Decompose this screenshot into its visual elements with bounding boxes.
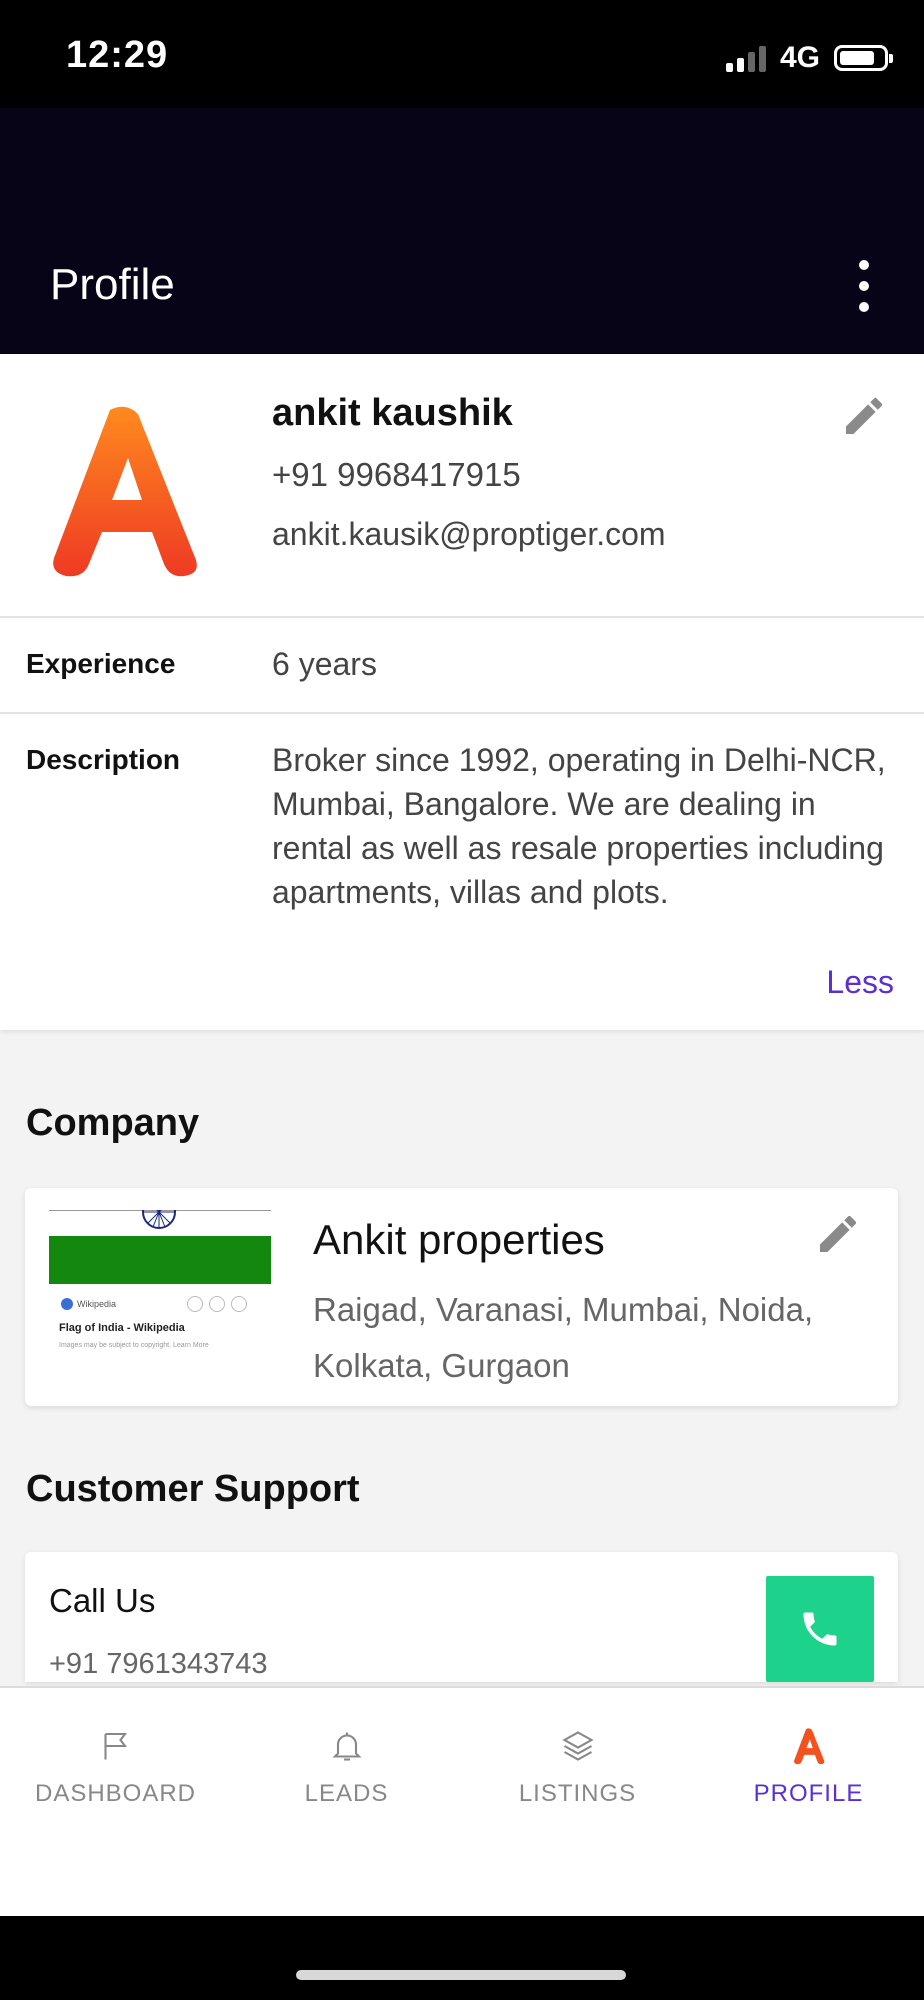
support-section-title: Customer Support [26, 1468, 360, 1510]
nav-listings[interactable]: LISTINGS [462, 1726, 693, 1808]
support-card: Call Us +91 7961343743 [25, 1552, 898, 1682]
company-card[interactable]: Wikipedia Flag of India - Wikipedia Imag… [25, 1188, 898, 1406]
page-title: Profile [50, 260, 175, 309]
company-thumbnail: Wikipedia Flag of India - Wikipedia Imag… [49, 1210, 271, 1370]
ashoka-chakra-icon [142, 1210, 176, 1229]
home-bar-area [0, 1916, 924, 2000]
experience-value: 6 years [272, 646, 377, 682]
bell-icon [327, 1726, 367, 1766]
description-text: Broker since 1992, operating in Delhi-NC… [272, 742, 886, 910]
nav-dashboard[interactable]: DASHBOARD [0, 1726, 231, 1808]
home-indicator[interactable] [296, 1970, 626, 1980]
nav-label: DASHBOARD [34, 1780, 197, 1807]
less-link[interactable]: Less [826, 964, 894, 1001]
share-icon [187, 1296, 203, 1312]
divider [0, 616, 924, 618]
thumb-caption: Flag of India - Wikipedia [59, 1322, 185, 1334]
company-section-title: Company [26, 1102, 200, 1144]
signal-icon [725, 44, 766, 72]
profile-name: ankit kaushik [272, 392, 513, 434]
nav-profile[interactable]: PROFILE [693, 1726, 924, 1808]
brand-a-icon [789, 1726, 829, 1766]
experience-label: Experience [26, 648, 176, 679]
app-header: Profile [0, 108, 924, 354]
profile-card: ankit kaushik +91 9968417915 ankit.kausi… [0, 354, 924, 1030]
layers-icon [558, 1726, 598, 1766]
thumb-note: Images may be subject to copyright. Lear… [59, 1342, 209, 1349]
globe-icon [61, 1298, 73, 1310]
call-us-label: Call Us [49, 1582, 156, 1619]
bottom-nav: DASHBOARD LEADS LISTINGS PROFILE [0, 1686, 924, 1918]
nav-label: LISTINGS [518, 1780, 637, 1807]
description-label: Description [26, 744, 181, 775]
nav-leads[interactable]: LEADS [231, 1726, 462, 1808]
edit-company-icon[interactable] [814, 1210, 862, 1258]
call-button[interactable] [766, 1576, 874, 1682]
status-time: 12:29 [66, 34, 169, 76]
company-locations: Raigad, Varanasi, Mumbai, Noida, Kolkata… [313, 1291, 814, 1384]
thumb-source: Wikipedia [77, 1299, 117, 1309]
support-phone: +91 7961343743 [49, 1648, 268, 1680]
nav-label: LEADS [304, 1780, 389, 1807]
phone-icon [803, 1612, 837, 1646]
status-indicators: 4G [725, 38, 893, 78]
network-type: 4G [779, 41, 820, 74]
battery-icon [834, 45, 893, 71]
avatar [53, 406, 197, 577]
profile-phone: +91 9968417915 [272, 456, 521, 493]
company-name: Ankit properties [313, 1216, 605, 1263]
flag-icon [96, 1726, 136, 1766]
divider [0, 712, 924, 714]
more-options-icon[interactable] [858, 260, 870, 312]
edit-profile-icon[interactable] [840, 392, 888, 440]
profile-email: ankit.kausik@proptiger.com [272, 516, 666, 552]
more-icon [231, 1296, 247, 1312]
status-bar: 12:29 4G [0, 0, 924, 108]
bookmark-icon [209, 1296, 225, 1312]
nav-label: PROFILE [753, 1780, 864, 1807]
